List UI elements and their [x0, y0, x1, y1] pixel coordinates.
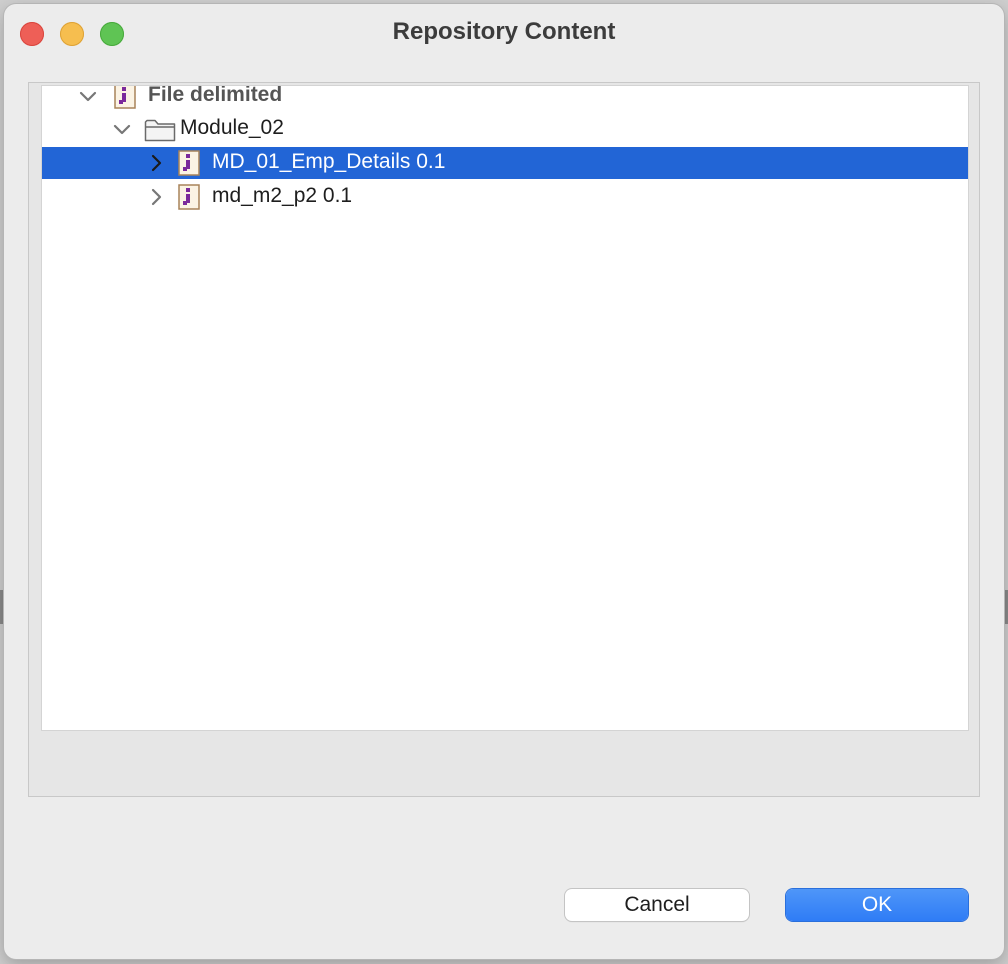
ok-button[interactable]: OK	[786, 889, 968, 921]
dialog-title: Repository Content	[392, 18, 616, 45]
tree-item-file-delimited[interactable]: File delimited	[42, 85, 968, 112]
chevron-down-icon[interactable]	[78, 86, 98, 106]
tree-item-module-02[interactable]: Module_02	[42, 113, 968, 145]
tree-item-md-01-emp-details[interactable]: MD_01_Emp_Details 0.1	[42, 147, 968, 179]
cancel-button[interactable]: Cancel	[565, 889, 749, 921]
repository-tree[interactable]: File delimited Module_02 MD_01_Emp_Detai…	[41, 85, 969, 731]
chevron-down-icon[interactable]	[112, 119, 132, 139]
chevron-right-icon[interactable]	[146, 187, 166, 207]
file-delimited-icon	[178, 184, 200, 210]
file-delimited-icon	[114, 86, 136, 109]
content-panel: File delimited Module_02 MD_01_Emp_Detai…	[28, 82, 980, 797]
tree-item-label: MD_01_Emp_Details 0.1	[212, 150, 446, 173]
folder-icon	[144, 119, 176, 142]
chevron-right-icon[interactable]	[146, 153, 166, 173]
tree-item-label: md_m2_p2 0.1	[212, 184, 353, 207]
repository-content-dialog: Repository Content File delimited Module…	[4, 4, 1004, 959]
title-bar: Repository Content	[4, 4, 1004, 60]
tree-item-md-m2-p2[interactable]: md_m2_p2 0.1	[42, 181, 968, 213]
tree-item-label: Module_02	[180, 116, 284, 139]
tree-item-label: File delimited	[148, 85, 283, 106]
file-delimited-icon	[178, 150, 200, 176]
